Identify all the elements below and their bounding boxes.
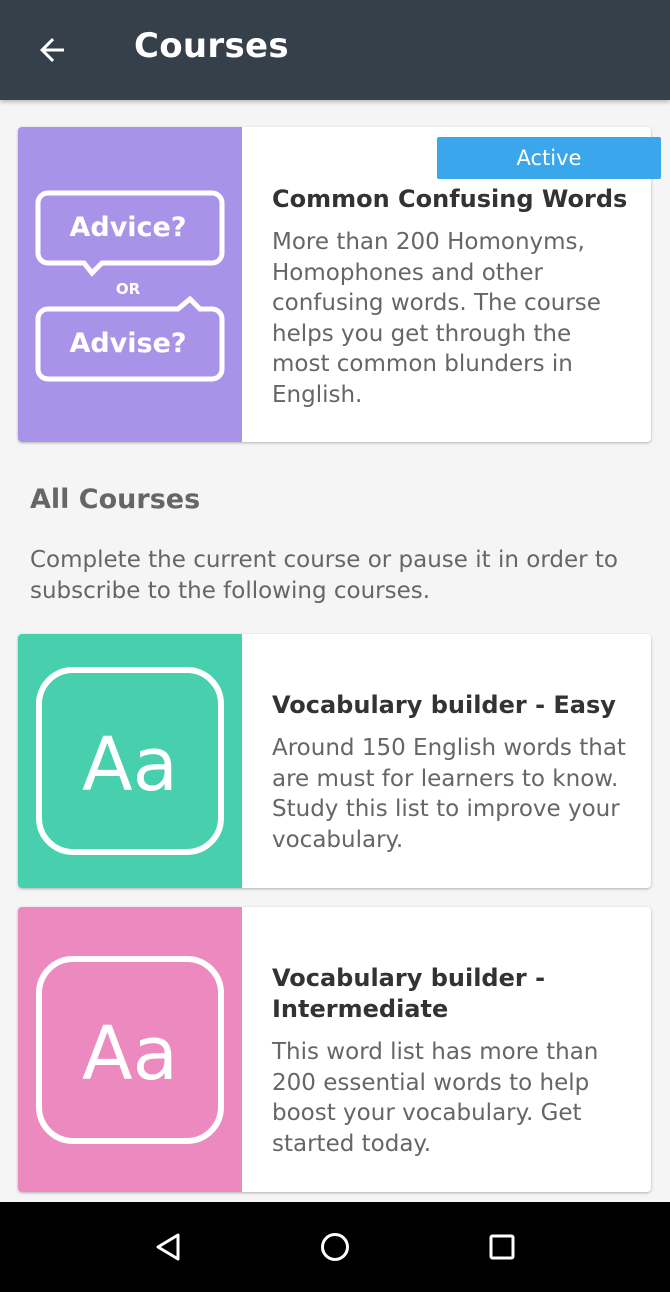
card-body: Vocabulary builder - Easy Around 150 Eng… (272, 690, 635, 855)
thumb-text-or: OR (116, 280, 141, 298)
square-recents-icon (489, 1234, 515, 1260)
all-courses-heading: All Courses (30, 484, 201, 515)
all-courses-description: Complete the current course or pause it … (30, 547, 618, 604)
thumb-text: Aa (82, 722, 178, 808)
arrow-left-icon (40, 38, 64, 62)
page-title: Courses (134, 26, 289, 66)
thumb-text-advise: Advise? (69, 328, 186, 359)
thumb-text-advice: Advice? (69, 212, 186, 243)
course-title: Vocabulary builder - Easy (272, 691, 616, 719)
app-bar: Courses (0, 0, 670, 100)
aa-text-icon: Aa (36, 667, 224, 855)
back-button[interactable] (24, 22, 80, 78)
course-card-vocabulary-easy[interactable]: Aa Vocabulary builder - Easy Around 150 … (18, 634, 651, 888)
course-thumbnail: Aa (18, 634, 242, 888)
course-description: Around 150 English words that are must f… (272, 735, 626, 853)
circle-home-icon (321, 1233, 349, 1261)
course-thumbnail: Advice? OR Advise? (18, 127, 242, 442)
course-title: Common Confusing Words (272, 185, 628, 213)
aa-text-icon: Aa (36, 956, 224, 1144)
course-thumbnail: Aa (18, 907, 242, 1192)
card-body: Vocabulary builder - Intermediate This w… (272, 963, 635, 1159)
triangle-back-icon (156, 1233, 180, 1261)
course-description: This word list has more than 200 essenti… (272, 1039, 599, 1157)
course-description: More than 200 Homonyms, Homophones and o… (272, 229, 601, 408)
nav-recents-button[interactable] (482, 1227, 522, 1267)
course-card-vocabulary-intermediate[interactable]: Aa Vocabulary builder - Intermediate Thi… (18, 907, 651, 1192)
active-badge: Active (437, 137, 661, 179)
system-navigation-bar (0, 1202, 670, 1292)
card-body: Common Confusing Words More than 200 Hom… (272, 184, 635, 410)
nav-home-button[interactable] (315, 1227, 355, 1267)
course-title: Vocabulary builder - Intermediate (272, 964, 546, 1023)
advice-or-advise-image: Advice? OR Advise? (35, 190, 225, 382)
thumb-text: Aa (82, 1011, 178, 1097)
nav-back-button[interactable] (148, 1227, 188, 1267)
